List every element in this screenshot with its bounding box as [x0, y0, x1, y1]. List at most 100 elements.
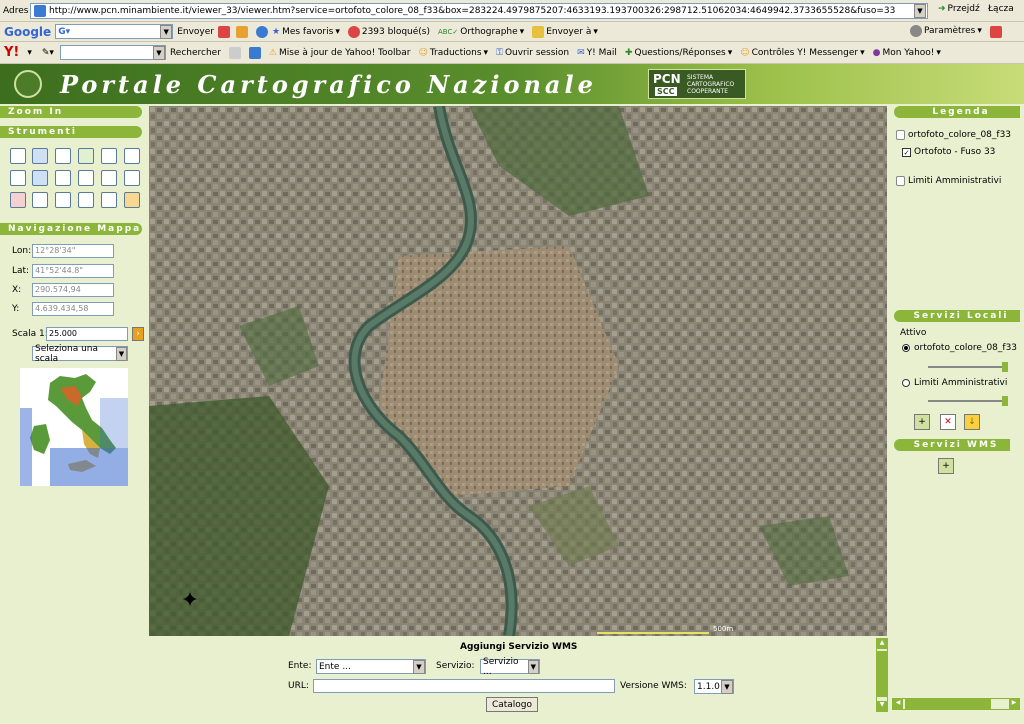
google-extra-icon[interactable]: [990, 26, 1002, 38]
local-services-header: Servizi Locali: [894, 310, 1020, 322]
flag-red-tool-icon[interactable]: [78, 192, 94, 208]
y-field[interactable]: 4.639.434,58: [32, 302, 114, 316]
go-button[interactable]: ➜ Przejdź: [934, 4, 984, 14]
measure-tool-icon[interactable]: [101, 170, 117, 186]
globe-icon[interactable]: [255, 25, 268, 38]
horizontal-scrollbar[interactable]: ◀ ▶: [892, 698, 1020, 710]
version-select[interactable]: 1.1.0 ▼: [694, 679, 734, 694]
add-wms-icon[interactable]: +: [938, 458, 954, 474]
google-g-icon: G▾: [58, 26, 71, 37]
north-arrow-icon: ✦: [180, 588, 200, 613]
my-yahoo-button[interactable]: ● Mon Yahoo! ▾: [869, 48, 945, 58]
yahoo-search-input[interactable]: ▼: [59, 45, 166, 60]
add-layer-icon[interactable]: +: [914, 414, 930, 430]
spelling-button[interactable]: ABC✓ Orthographe ▾: [434, 27, 528, 37]
opacity-slider[interactable]: [928, 396, 1008, 406]
servizio-dropdown-icon[interactable]: ▼: [527, 659, 539, 674]
ente-select[interactable]: Ente ... ▼: [316, 659, 426, 674]
vertical-scrollbar[interactable]: ▲ ▼: [876, 638, 888, 712]
send-to-button[interactable]: Envoyer à ▾: [528, 25, 602, 38]
yahoo-search-button[interactable]: Rechercher: [166, 48, 225, 58]
yahoo-dropdown-icon[interactable]: ▾: [23, 48, 36, 58]
yahoo-mail-button[interactable]: ✉ Y! Mail: [573, 48, 621, 58]
binoculars-tool-icon[interactable]: [78, 170, 94, 186]
select-tool-icon[interactable]: [55, 170, 71, 186]
yahoo-logo: Y!: [4, 45, 20, 60]
scale-select-dropdown-icon[interactable]: ▼: [115, 346, 127, 361]
address-dropdown-icon[interactable]: ▼: [914, 4, 926, 18]
google-search-button[interactable]: Envoyer: [173, 27, 218, 37]
favorites-button[interactable]: ★ Mes favoris ▾: [268, 27, 344, 37]
popup-blocker-button[interactable]: 2393 bloqué(s): [344, 25, 434, 38]
scroll-thumb[interactable]: [877, 651, 887, 697]
scroll-up-icon[interactable]: ▲: [877, 639, 887, 649]
erase-tool-icon[interactable]: [10, 192, 26, 208]
local-service-ortofoto[interactable]: ortofoto_colore_08_f33: [902, 343, 1017, 353]
map-view[interactable]: ✦ 500m: [149, 106, 887, 636]
servizio-select[interactable]: Servizio ... ▼: [480, 657, 540, 677]
ente-dropdown-icon[interactable]: ▼: [413, 659, 425, 674]
full-extent-tool-icon[interactable]: [10, 148, 26, 164]
remove-layer-icon[interactable]: ✕: [940, 414, 956, 430]
url-input[interactable]: [313, 679, 615, 693]
opacity-slider[interactable]: [928, 362, 1008, 372]
translate-button[interactable]: ☺ Traductions ▾: [414, 48, 492, 58]
info-tool-icon[interactable]: [32, 170, 48, 186]
legend-checkbox[interactable]: ✓: [902, 148, 911, 157]
export-tool-icon[interactable]: [124, 192, 140, 208]
highlight-icon[interactable]: [228, 46, 241, 59]
overview-map[interactable]: [20, 368, 128, 486]
scroll-left-icon[interactable]: ◀: [893, 699, 903, 709]
scale-select[interactable]: Seleziona una scala ▼: [32, 344, 128, 364]
radio-unselected[interactable]: [902, 379, 910, 387]
pan-tool-icon[interactable]: [124, 148, 140, 164]
links-label[interactable]: Łącza: [984, 4, 1018, 14]
open-session-button[interactable]: ⚿ Ouvrir session: [492, 48, 573, 58]
layer-icon: [896, 176, 905, 186]
legend-item-ortofoto[interactable]: ortofoto_colore_08_f33: [896, 130, 1011, 140]
zoom-in-tool-icon[interactable]: [55, 148, 71, 164]
mail-icon: ✉: [577, 47, 585, 58]
h-scroll-thumb[interactable]: [905, 699, 991, 709]
legend-item-label: Ortofoto - Fuso 33: [914, 147, 996, 157]
scroll-right-icon[interactable]: ▶: [1009, 699, 1019, 709]
lat-field[interactable]: 41°52'44.8": [32, 264, 114, 278]
messenger-button[interactable]: ☺ Contrôles Y! Messenger ▾: [736, 48, 868, 58]
legend-item-fuso33[interactable]: ✓ Ortofoto - Fuso 33: [902, 146, 1004, 158]
zoom-out-tool-icon[interactable]: [101, 148, 117, 164]
clear-tool-icon[interactable]: [32, 192, 48, 208]
previous-view-tool-icon[interactable]: [10, 170, 26, 186]
scale-field[interactable]: 25.000: [46, 327, 128, 341]
zoom-box-tool-icon[interactable]: [78, 148, 94, 164]
address-input[interactable]: http://www.pcn.minambiente.it/viewer_33/…: [30, 3, 928, 19]
google-search-dropdown-icon[interactable]: ▼: [160, 24, 173, 39]
local-service-limiti[interactable]: Limiti Amministrativi: [902, 378, 1007, 388]
x-field[interactable]: 290.574,94: [32, 283, 114, 297]
flag-tool-icon[interactable]: [55, 192, 71, 208]
legend-item-label: Limiti Amministrativi: [908, 176, 1002, 186]
version-dropdown-icon[interactable]: ▼: [721, 679, 733, 694]
scale-go-icon[interactable]: ›: [132, 327, 144, 341]
scale-text: 500m: [713, 625, 734, 633]
legend-header: Legenda: [894, 106, 1020, 118]
globe-tool-icon[interactable]: [32, 148, 48, 164]
settings-button[interactable]: Paramètres ▾: [906, 25, 986, 37]
yahoo-search-dropdown-icon[interactable]: ▼: [152, 45, 165, 60]
answers-button[interactable]: ✚ Questions/Réponses ▾: [621, 48, 736, 58]
google-search-input[interactable]: G▾ ▼: [55, 24, 174, 39]
pagerank-icon[interactable]: [235, 25, 248, 38]
pencil-icon[interactable]: ✎▾: [36, 48, 60, 58]
area-tool-icon[interactable]: [124, 170, 140, 186]
yahoo-update-button[interactable]: ⚠ Mise à jour de Yahoo! Toolbar: [265, 48, 415, 58]
legend-item-limiti[interactable]: Limiti Amministrativi: [896, 176, 1001, 186]
radio-selected[interactable]: [902, 344, 910, 352]
catalog-button[interactable]: Catalogo: [486, 697, 538, 712]
favorites-label: Mes favoris: [282, 26, 334, 37]
print-tool-icon[interactable]: [101, 192, 117, 208]
spellcheck-icon: ABC✓: [438, 27, 459, 36]
scroll-down-icon[interactable]: ▼: [877, 701, 887, 711]
move-down-icon[interactable]: ↓: [964, 414, 980, 430]
layout-icon[interactable]: [248, 46, 261, 59]
lon-field[interactable]: 12°28'34": [32, 244, 114, 258]
news-icon[interactable]: [217, 25, 230, 38]
